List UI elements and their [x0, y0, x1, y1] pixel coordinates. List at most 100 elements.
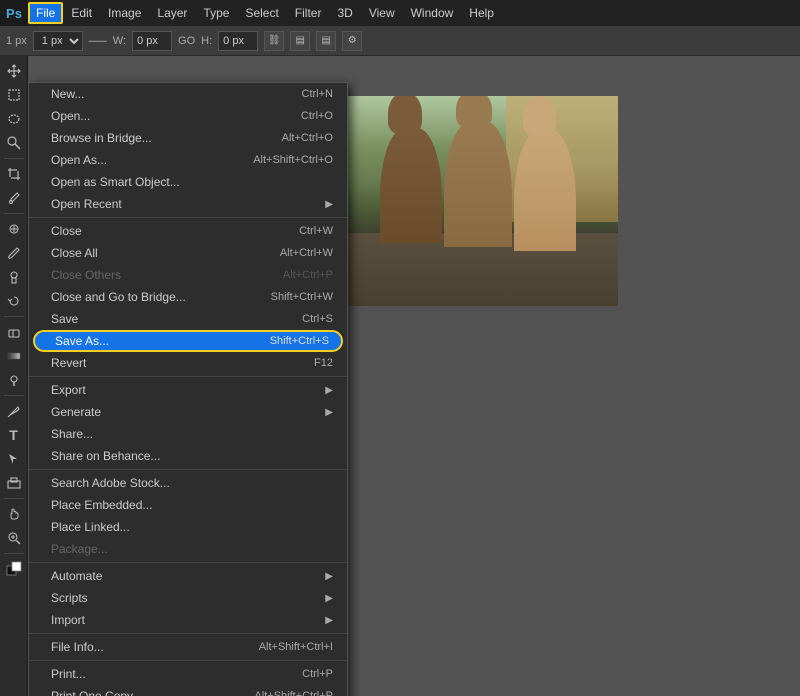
menu-item-browse-bridge-label: Browse in Bridge... [51, 131, 152, 145]
menu-item-open-recent[interactable]: Open Recent ▶ [29, 193, 347, 215]
menu-item-print-one[interactable]: Print One Copy Alt+Shift+Ctrl+P [29, 685, 347, 696]
menu-view[interactable]: View [361, 2, 403, 24]
menu-item-import[interactable]: Import ▶ [29, 609, 347, 631]
menu-help[interactable]: Help [461, 2, 502, 24]
menu-item-close-bridge-shortcut: Shift+Ctrl+W [271, 291, 333, 303]
tool-divider-1 [4, 158, 24, 159]
menu-filter[interactable]: Filter [287, 2, 330, 24]
crop-tool[interactable] [3, 163, 25, 185]
brush-tool[interactable] [3, 242, 25, 264]
menu-item-new-label: New... [51, 87, 84, 101]
menu-item-file-info[interactable]: File Info... Alt+Shift+Ctrl+I [29, 636, 347, 658]
zoom-tool[interactable] [3, 527, 25, 549]
eraser-tool[interactable] [3, 321, 25, 343]
import-arrow: ▶ [325, 615, 333, 626]
settings-icon[interactable]: ⚙ [342, 31, 362, 51]
menu-item-browse-bridge[interactable]: Browse in Bridge... Alt+Ctrl+O [29, 127, 347, 149]
menu-item-browse-bridge-shortcut: Alt+Ctrl+O [282, 132, 333, 144]
menu-item-scripts-label: Scripts [51, 591, 88, 605]
menu-item-share-behance-label: Share on Behance... [51, 449, 160, 463]
menu-item-save-as-label: Save As... [55, 334, 109, 348]
menu-item-close-bridge[interactable]: Close and Go to Bridge... Shift+Ctrl+W [29, 286, 347, 308]
menu-item-open-smart[interactable]: Open as Smart Object... [29, 171, 347, 193]
menu-item-close-others-shortcut: Alt+Ctrl+P [283, 269, 333, 281]
line-dash: — [89, 30, 107, 51]
height-input[interactable] [218, 31, 258, 51]
history-brush-tool[interactable] [3, 290, 25, 312]
menu-item-open-as[interactable]: Open As... Alt+Shift+Ctrl+O [29, 149, 347, 171]
healing-brush-tool[interactable] [3, 218, 25, 240]
align-left-icon[interactable]: ▤ [290, 31, 310, 51]
menu-item-automate[interactable]: Automate ▶ [29, 565, 347, 587]
separator-2 [29, 376, 347, 377]
menu-item-share[interactable]: Share... [29, 423, 347, 445]
tool-divider-6 [4, 553, 24, 554]
menu-item-place-embedded-label: Place Embedded... [51, 498, 152, 512]
menu-item-print-label: Print... [51, 667, 86, 681]
hand-tool[interactable] [3, 503, 25, 525]
clone-stamp-tool[interactable] [3, 266, 25, 288]
menu-item-save-as-shortcut: Shift+Ctrl+S [270, 335, 329, 347]
menu-window[interactable]: Window [403, 2, 462, 24]
size-dropdown[interactable]: 1 px [33, 31, 83, 51]
menu-item-scripts[interactable]: Scripts ▶ [29, 587, 347, 609]
menu-item-close-all-shortcut: Alt+Ctrl+W [280, 247, 333, 259]
pen-tool[interactable] [3, 400, 25, 422]
menu-item-open[interactable]: Open... Ctrl+O [29, 105, 347, 127]
menu-layer[interactable]: Layer [149, 2, 195, 24]
marquee-tool[interactable] [3, 84, 25, 106]
menu-edit[interactable]: Edit [63, 2, 100, 24]
separator-6 [29, 660, 347, 661]
shape-tool[interactable] [3, 472, 25, 494]
lasso-tool[interactable] [3, 108, 25, 130]
quick-select-tool[interactable] [3, 132, 25, 154]
menu-item-generate-label: Generate [51, 405, 101, 419]
menu-item-place-linked-label: Place Linked... [51, 520, 130, 534]
path-select-tool[interactable] [3, 448, 25, 470]
menu-item-share-behance[interactable]: Share on Behance... [29, 445, 347, 467]
align-center-icon[interactable]: ▤ [316, 31, 336, 51]
menu-item-search-stock[interactable]: Search Adobe Stock... [29, 472, 347, 494]
menu-item-close-others: Close Others Alt+Ctrl+P [29, 264, 347, 286]
menu-item-new[interactable]: New... Ctrl+N [29, 83, 347, 105]
menu-item-save-as[interactable]: Save As... Shift+Ctrl+S [33, 330, 343, 352]
menu-item-close-all[interactable]: Close All Alt+Ctrl+W [29, 242, 347, 264]
menu-item-generate[interactable]: Generate ▶ [29, 401, 347, 423]
canvas-image [338, 96, 618, 306]
menu-item-open-recent-label: Open Recent [51, 197, 122, 211]
foreground-color[interactable] [3, 558, 25, 580]
size-label: 1 px [6, 35, 27, 47]
menu-select[interactable]: Select [237, 2, 286, 24]
dodge-tool[interactable] [3, 369, 25, 391]
height-label: H: [201, 35, 212, 47]
menu-item-close[interactable]: Close Ctrl+W [29, 220, 347, 242]
move-tool[interactable] [3, 60, 25, 82]
menu-item-save-shortcut: Ctrl+S [302, 313, 333, 325]
menu-item-save-label: Save [51, 312, 78, 326]
menu-item-print[interactable]: Print... Ctrl+P [29, 663, 347, 685]
options-bar: 1 px 1 px — W: GO H: ⛓ ▤ ▤ ⚙ [0, 26, 800, 56]
menu-item-save[interactable]: Save Ctrl+S [29, 308, 347, 330]
automate-arrow: ▶ [325, 571, 333, 582]
menu-3d[interactable]: 3D [329, 2, 360, 24]
lock-icon[interactable]: ⛓ [264, 31, 284, 51]
menu-item-file-info-label: File Info... [51, 640, 104, 654]
menu-image[interactable]: Image [100, 2, 149, 24]
eyedropper-tool[interactable] [3, 187, 25, 209]
menu-item-place-embedded[interactable]: Place Embedded... [29, 494, 347, 516]
scripts-arrow: ▶ [325, 593, 333, 604]
menu-type[interactable]: Type [195, 2, 237, 24]
type-tool[interactable]: T [3, 424, 25, 446]
width-label: W: [113, 35, 126, 47]
menu-item-import-label: Import [51, 613, 85, 627]
menu-item-print-shortcut: Ctrl+P [302, 668, 333, 680]
width-input[interactable] [132, 31, 172, 51]
menu-item-export-label: Export [51, 383, 86, 397]
menu-item-open-as-label: Open As... [51, 153, 107, 167]
menu-item-place-linked[interactable]: Place Linked... [29, 516, 347, 538]
menu-file[interactable]: File [28, 2, 63, 24]
menu-item-export[interactable]: Export ▶ [29, 379, 347, 401]
menu-item-revert[interactable]: Revert F12 [29, 352, 347, 374]
menu-item-close-label: Close [51, 224, 82, 238]
gradient-tool[interactable] [3, 345, 25, 367]
